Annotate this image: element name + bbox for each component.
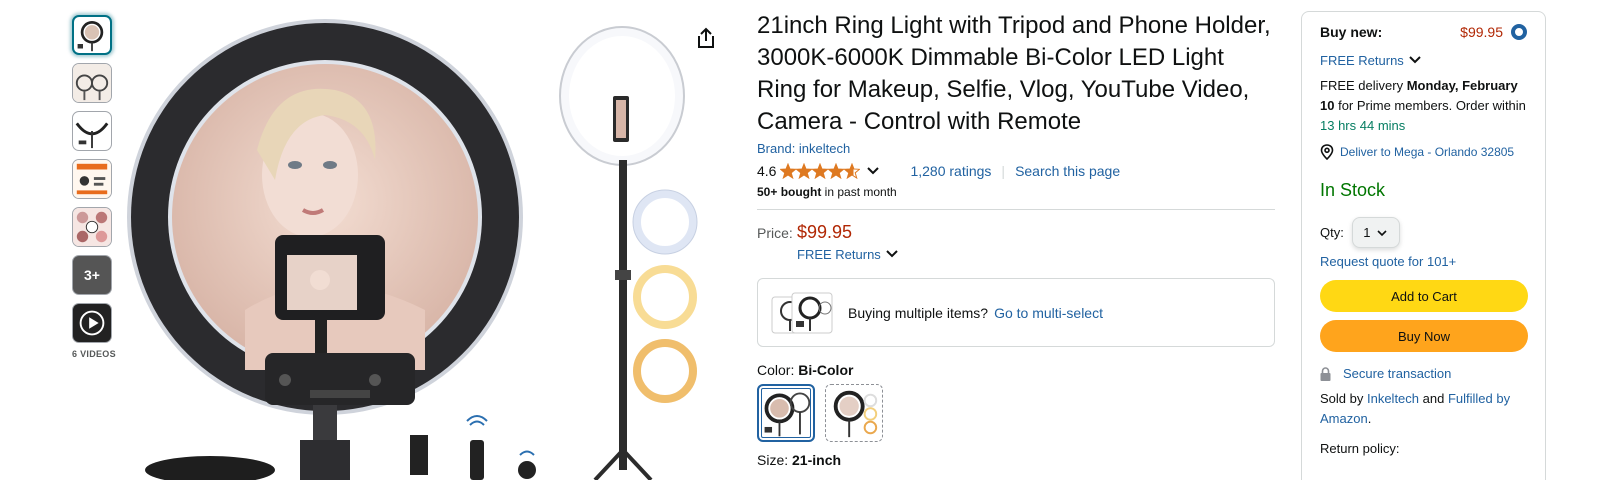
quantity-row: Qty: 1 — [1320, 217, 1527, 248]
thumbnail-4[interactable] — [72, 159, 112, 199]
main-product-image[interactable] — [125, 10, 725, 480]
thumbnail-2[interactable] — [72, 63, 112, 103]
swatch-bi-color[interactable] — [757, 384, 815, 442]
lock-icon — [1320, 366, 1331, 381]
qty-label: Qty: — [1320, 225, 1344, 240]
bought-badge: 50+ bought in past month — [757, 185, 897, 199]
ratings-count-link[interactable]: 1,280 ratings — [910, 163, 991, 179]
multi-items-image — [770, 291, 834, 335]
more-images-label: 3+ — [84, 267, 100, 283]
thumbnail-strip: 3+ 6 VIDEOS — [72, 15, 116, 359]
return-policy: Return policy: — [1320, 441, 1400, 456]
color-label: Color: Bi-Color — [757, 362, 854, 378]
multi-select-box: Buying multiple items? Go to multi-selec… — [757, 278, 1275, 347]
product-details: 21inch Ring Light with Tripod and Phone … — [757, 10, 1277, 468]
delivery-info: FREE delivery Monday, February 10 for Pr… — [1320, 78, 1526, 133]
size-label: Size: 21-inch — [757, 452, 842, 468]
buy-box: Buy new: $99.95 FREE Returns FREE delive… — [1301, 11, 1546, 480]
divider — [757, 209, 1275, 210]
star-rating-icon[interactable] — [780, 163, 861, 179]
chevron-down-icon — [1408, 53, 1422, 68]
size-value: 21-inch — [792, 452, 842, 468]
buy-new-price: $99.95 — [1460, 24, 1503, 40]
buy-new-label: Buy new: — [1320, 24, 1383, 40]
deliver-to-link[interactable]: Deliver to Mega - Orlando 32805 — [1320, 144, 1527, 160]
search-page-link[interactable]: Search this page — [1015, 163, 1120, 179]
buybox-free-returns[interactable]: FREE Returns — [1320, 53, 1527, 68]
add-to-cart-button[interactable]: Add to Cart — [1320, 280, 1528, 312]
buybox-free-returns-label[interactable]: FREE Returns — [1320, 53, 1404, 68]
chevron-down-icon[interactable] — [866, 166, 880, 176]
thumbnail-video[interactable] — [72, 303, 112, 343]
brand-link[interactable]: Brand: inkeltech — [757, 141, 850, 156]
share-button[interactable] — [695, 26, 719, 50]
quantity-select[interactable]: 1 — [1351, 217, 1400, 248]
stock-status: In Stock — [1320, 180, 1386, 200]
secure-transaction-label[interactable]: Secure transaction — [1343, 366, 1451, 381]
radio-selected-icon[interactable] — [1511, 24, 1527, 40]
seller-link[interactable]: Inkeltech — [1367, 391, 1419, 406]
swatch-option-2[interactable] — [825, 384, 883, 442]
location-pin-icon — [1320, 144, 1334, 160]
play-icon — [79, 310, 105, 336]
thumbnail-more[interactable]: 3+ — [72, 255, 112, 295]
thumbnail-3[interactable] — [72, 111, 112, 151]
free-returns-label[interactable]: FREE Returns — [797, 247, 881, 262]
buy-new-option[interactable]: Buy new: $99.95 — [1320, 24, 1527, 40]
price-value: $99.95 — [797, 222, 853, 242]
color-value: Bi-Color — [798, 362, 854, 378]
multi-select-link[interactable]: Go to multi-select — [994, 305, 1103, 321]
thumbnail-5[interactable] — [72, 207, 112, 247]
rating-row: 4.6 1,280 ratings | Search this page — [757, 161, 1277, 181]
price-row: Price: $99.95 — [757, 222, 1277, 243]
multi-select-text: Buying multiple items? — [848, 304, 989, 321]
rating-value: 4.6 — [757, 163, 777, 179]
secure-transaction[interactable]: Secure transaction — [1320, 366, 1527, 381]
sold-by: Sold by Inkeltech and Fulfilled by Amazo… — [1320, 391, 1511, 426]
deliver-to-label[interactable]: Deliver to Mega - Orlando 32805 — [1340, 145, 1514, 159]
color-swatches — [757, 384, 1277, 442]
buy-now-button[interactable]: Buy Now — [1320, 320, 1528, 352]
videos-caption: 6 VIDEOS — [72, 349, 116, 359]
thumbnail-1[interactable] — [72, 15, 112, 55]
chevron-down-icon — [885, 247, 899, 262]
product-title: 21inch Ring Light with Tripod and Phone … — [757, 12, 1271, 135]
qty-value: 1 — [1363, 225, 1371, 240]
separator: | — [1001, 163, 1006, 179]
price-label: Price: — [757, 225, 793, 241]
share-icon — [698, 27, 714, 48]
chevron-down-icon — [1377, 229, 1388, 236]
order-countdown: 13 hrs 44 mins — [1320, 118, 1406, 133]
free-returns-link[interactable]: FREE Returns — [797, 247, 1277, 262]
request-quote-link[interactable]: Request quote for 101+ — [1320, 254, 1456, 269]
